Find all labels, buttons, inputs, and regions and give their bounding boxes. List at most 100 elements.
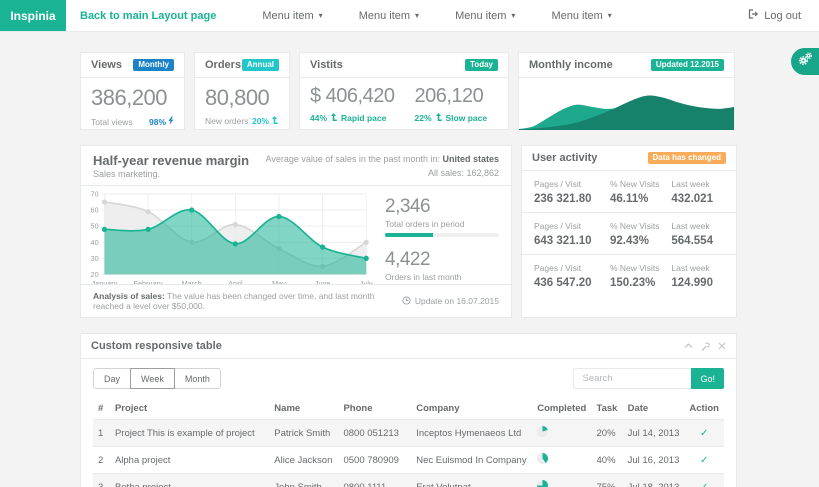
theme-config-button[interactable]	[791, 48, 819, 75]
avg-sales-country: United states	[442, 154, 499, 164]
activity-row: Pages / Visit436 547.20 % New Visits150.…	[522, 255, 736, 296]
level-up-icon	[435, 113, 443, 123]
panel-title: Half-year revenue margin	[93, 153, 249, 168]
monthly-badge: Monthly	[133, 59, 174, 71]
menu-item-label: Menu item	[262, 10, 313, 22]
chevron-down-icon: ▾	[511, 11, 515, 20]
views-metric: 98%	[149, 116, 174, 127]
level-up-icon	[271, 116, 279, 126]
revenue-area-chart: JanuaryFebruaryMarchAprilMayJuneJuly2030…	[87, 190, 373, 284]
card-title: Views	[91, 59, 122, 71]
visits-value-1: $ 406,420	[310, 85, 394, 108]
svg-text:50: 50	[91, 222, 99, 231]
card-title: Vistits	[310, 59, 343, 71]
dashboard-content: Views Monthly 386,200 Total views 98% Or…	[80, 52, 737, 487]
svg-text:60: 60	[91, 206, 99, 215]
views-card: Views Monthly 386,200 Total views 98%	[80, 52, 185, 130]
visits-card: Vistits Today $ 406,420 44% Rapid pace 2…	[299, 52, 509, 130]
card-title: Orders	[205, 59, 241, 71]
panel-subtitle: Sales marketing.	[93, 169, 249, 179]
menu-item-label: Menu item	[551, 10, 602, 22]
analysis-text: Analysis of sales: The value has been ch…	[93, 291, 402, 311]
svg-text:30: 30	[91, 254, 99, 263]
action-check-icon[interactable]: ✓	[700, 428, 708, 439]
logout-button[interactable]: Log out	[748, 0, 819, 31]
orders-value: 80,800	[205, 85, 279, 111]
menu-item-label: Menu item	[359, 10, 410, 22]
level-up-icon	[330, 113, 338, 123]
col-header-company: Company	[411, 398, 532, 420]
orders-period-progress	[385, 233, 499, 237]
orders-month-caption: Orders in last month	[385, 272, 499, 282]
action-check-icon[interactable]: ✓	[700, 455, 708, 466]
svg-text:70: 70	[91, 189, 99, 198]
all-sales-value: All sales: 162,862	[266, 167, 499, 181]
today-badge: Today	[465, 59, 498, 71]
annual-badge: Annual	[242, 59, 279, 71]
table-row: 1Project This is example of projectPatri…	[93, 420, 724, 447]
bolt-icon	[168, 116, 174, 127]
panel-title: User activity	[532, 152, 597, 164]
day-filter-button[interactable]: Day	[93, 368, 131, 389]
orders-period-value: 2,346	[385, 196, 499, 218]
activity-row: Pages / Visit236 321.80 % New Visits46.1…	[522, 171, 736, 213]
avg-sales-label: Average value of sales in the past month…	[266, 154, 443, 164]
clock-icon	[402, 296, 411, 307]
wrench-icon[interactable]	[701, 342, 710, 351]
back-to-layout-link[interactable]: Back to main Layout page	[66, 0, 230, 31]
orders-card: Orders Annual 80,800 New orders 20%	[194, 52, 290, 130]
menu-item-2[interactable]: Menu item ▾	[341, 0, 437, 31]
col-header-completed: Completed	[532, 398, 591, 420]
menu-item-3[interactable]: Menu item ▾	[437, 0, 533, 31]
visits-value-2: 206,120	[414, 85, 487, 108]
month-filter-button[interactable]: Month	[174, 368, 221, 389]
update-info: Update on 16.07.2015	[402, 296, 499, 307]
projects-table: # Project Name Phone Company Completed T…	[93, 398, 724, 487]
top-navbar: Inspinia Back to main Layout page Menu i…	[0, 0, 819, 32]
panel-title: Custom responsive table	[91, 340, 222, 352]
chevron-down-icon: ▾	[319, 11, 323, 20]
stat-cards-row: Views Monthly 386,200 Total views 98% Or…	[80, 52, 737, 130]
col-header-task: Task	[592, 398, 623, 420]
table-row: 3Betha projectJohn Smith0800 1111Erat Vo…	[93, 474, 724, 487]
chevron-down-icon: ▾	[415, 11, 419, 20]
week-filter-button[interactable]: Week	[130, 368, 175, 389]
visits-stat-2: 206,120 22% Slow pace	[414, 85, 487, 123]
completed-pie-icon	[537, 453, 548, 464]
completed-pie-icon	[537, 480, 548, 487]
orders-period-caption: Total orders in period	[385, 219, 499, 229]
close-icon[interactable]	[718, 342, 726, 350]
data-changed-badge: Data has changed	[648, 152, 726, 164]
period-filter-group: Day Week Month	[93, 368, 221, 389]
col-header-date: Date	[623, 398, 685, 420]
orders-month-value: 4,422	[385, 249, 499, 271]
card-title: Monthly income	[529, 59, 613, 71]
custom-table-panel: Custom responsive table Day Week Month G…	[80, 333, 737, 487]
sign-out-icon	[748, 9, 758, 22]
orders-metric: 20%	[252, 116, 279, 126]
search-go-button[interactable]: Go!	[691, 368, 724, 389]
col-header-phone: Phone	[338, 398, 411, 420]
menu-item-1[interactable]: Menu item ▾	[244, 0, 340, 31]
collapse-icon[interactable]	[684, 342, 693, 350]
logout-label: Log out	[764, 10, 801, 22]
col-header-action: Action	[684, 398, 724, 420]
updated-badge: Updated 12.2015	[651, 59, 724, 71]
chevron-down-icon: ▾	[608, 11, 612, 20]
table-row: 2Alpha projectAlice Jackson0500 780909Ne…	[93, 447, 724, 474]
activity-row: Pages / Visit643 321.10 % New Visits92.4…	[522, 213, 736, 255]
completed-pie-icon	[537, 426, 548, 437]
action-check-icon[interactable]: ✓	[700, 482, 708, 487]
search-input[interactable]	[573, 368, 691, 389]
brand-logo[interactable]: Inspinia	[0, 0, 66, 31]
gears-icon	[796, 50, 814, 73]
col-header-name: Name	[269, 398, 338, 420]
user-activity-panel: User activity Data has changed Pages / V…	[521, 145, 737, 318]
menu-item-4[interactable]: Menu item ▾	[533, 0, 629, 31]
income-sparkline-chart	[519, 78, 734, 130]
orders-caption: New orders	[205, 116, 248, 126]
visits-stat-1: $ 406,420 44% Rapid pace	[310, 85, 394, 123]
menu-item-label: Menu item	[455, 10, 506, 22]
views-caption: Total views	[91, 117, 133, 127]
svg-text:40: 40	[91, 238, 99, 247]
